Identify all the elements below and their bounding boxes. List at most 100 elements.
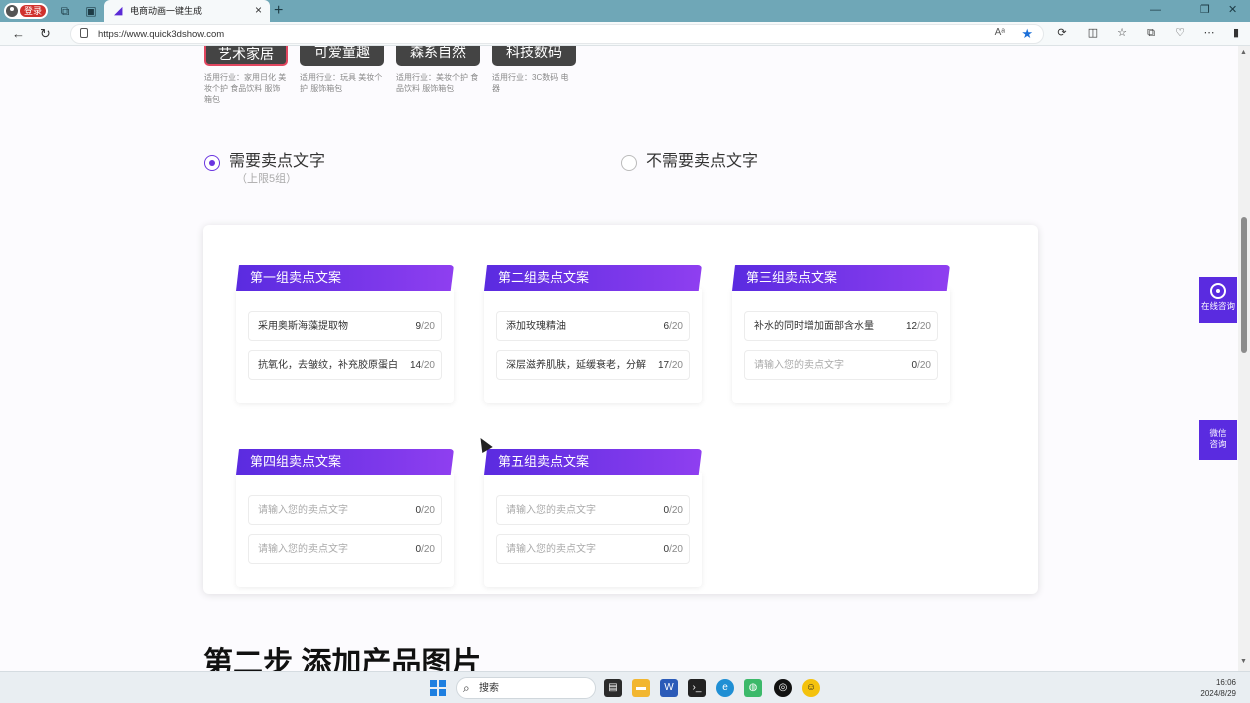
char-counter: 0/20 (663, 544, 683, 555)
app-icon[interactable]: ◎ (774, 679, 792, 697)
group-header: 第五组卖点文案 (484, 449, 702, 475)
selling-point-input-4-1[interactable]: 请输入您的卖点文字 0/20 (248, 495, 442, 525)
group-5: 请输入您的卖点文字 0/20 请输入您的卖点文字 0/20 第五组卖点文案 (484, 449, 702, 587)
close-tab-icon[interactable]: × (255, 3, 262, 17)
sidebar-toggle-icon[interactable]: ▮ (1229, 26, 1243, 40)
style-chip-1-desc: 适用行业：家用日化 美妆个护 食品饮料 服饰箱包 (204, 73, 287, 104)
favorite-star-icon[interactable]: ★ (1021, 26, 1033, 42)
char-counter: 9/20 (415, 321, 435, 332)
wechat-icon[interactable]: ◍ (744, 679, 762, 697)
no-text-label[interactable]: 不需要卖点文字 (646, 151, 758, 173)
char-counter: 6/20 (663, 321, 683, 332)
need-text-limit: （上限5组） (236, 173, 298, 185)
selling-point-input-4-2[interactable]: 请输入您的卖点文字 0/20 (248, 534, 442, 564)
selling-point-input-5-2[interactable]: 请输入您的卖点文字 0/20 (496, 534, 690, 564)
extensions-icon[interactable]: ⟳ (1055, 26, 1069, 40)
tab-active[interactable]: ◢ 电商动画一键生成 × (104, 0, 270, 22)
input-text: 采用奥斯海藻提取物 (258, 321, 348, 332)
address-bar-row: ← ↻ https://www.quick3dshow.com Aᵃ ★ ⟳ ◫… (0, 22, 1250, 46)
group-header: 第四组卖点文案 (236, 449, 454, 475)
input-placeholder: 请输入您的卖点文字 (506, 505, 596, 516)
scroll-up-icon[interactable]: ▲ (1240, 49, 1247, 57)
style-chip-3[interactable]: 森系自然 (396, 46, 480, 66)
file-explorer-icon[interactable]: ▬ (632, 679, 650, 697)
windows-start-icon[interactable] (430, 680, 446, 696)
tab-actions-icon[interactable]: ▣ (84, 4, 98, 18)
need-text-label[interactable]: 需要卖点文字 (229, 151, 325, 173)
task-view-icon[interactable]: ▤ (604, 679, 622, 697)
wechat-consult-button[interactable]: 微信 咨询 (1199, 420, 1237, 460)
char-counter: 14/20 (409, 360, 435, 371)
input-text: 补水的同时增加面部含水量 (754, 321, 874, 332)
group-header: 第一组卖点文案 (236, 265, 454, 291)
style-chip-4[interactable]: 科技数码 (492, 46, 576, 66)
group-header: 第二组卖点文案 (484, 265, 702, 291)
taskbar-search-label: 搜索 (479, 683, 499, 694)
split-screen-icon[interactable]: ◫ (1086, 26, 1100, 40)
collections-icon[interactable]: ⧉ (1144, 26, 1158, 40)
group-1: 采用奥斯海藻提取物 9/20 抗氧化，去皱纹，补充胶原蛋白 14/20 第一组卖… (236, 265, 454, 403)
online-consult-button[interactable]: 在线咨询 (1199, 277, 1237, 323)
selling-point-input-1-1[interactable]: 采用奥斯海藻提取物 9/20 (248, 311, 442, 341)
group-2: 添加玫瑰精油 6/20 深层滋养肌肤，延缓衰老，分解 17/20 第二组卖点文案 (484, 265, 702, 403)
minimize-icon[interactable]: — (1150, 3, 1161, 17)
selling-point-input-2-1[interactable]: 添加玫瑰精油 6/20 (496, 311, 690, 341)
restore-icon[interactable]: ❐ (1200, 3, 1210, 17)
online-consult-label: 在线咨询 (1200, 301, 1235, 311)
char-counter: 0/20 (415, 544, 435, 555)
selling-point-input-5-1[interactable]: 请输入您的卖点文字 0/20 (496, 495, 690, 525)
close-window-icon[interactable]: ✕ (1228, 3, 1237, 17)
address-bar[interactable]: https://www.quick3dshow.com Aᵃ ★ (70, 24, 1044, 44)
group-3: 补水的同时增加面部含水量 12/20 请输入您的卖点文字 0/20 第三组卖点文… (732, 265, 950, 403)
url-text: https://www.quick3dshow.com (98, 29, 225, 40)
style-chip-1[interactable]: 艺术家居 (204, 46, 288, 66)
style-chip-2-desc: 适用行业：玩具 美妆个护 服饰箱包 (300, 73, 383, 93)
new-tab-icon[interactable]: + (274, 2, 283, 20)
char-counter: 0/20 (663, 505, 683, 516)
no-text-radio[interactable] (621, 155, 637, 171)
clock-date: 2024/8/29 (1200, 689, 1236, 698)
browser-essentials-icon[interactable]: ♡ (1173, 26, 1187, 40)
selling-point-input-3-1[interactable]: 补水的同时增加面部含水量 12/20 (744, 311, 938, 341)
selling-points-panel: 采用奥斯海藻提取物 9/20 抗氧化，去皱纹，补充胶原蛋白 14/20 第一组卖… (203, 225, 1038, 594)
group-title: 第五组卖点文案 (498, 454, 590, 469)
word-icon[interactable]: W (660, 679, 678, 697)
qq-browser-icon[interactable]: ☺ (802, 679, 820, 697)
input-text: 抗氧化，去皱纹，补充胶原蛋白 (258, 360, 398, 371)
group-title: 第三组卖点文案 (746, 270, 838, 285)
headset-icon (1210, 283, 1226, 299)
input-text: 添加玫瑰精油 (506, 321, 566, 332)
input-placeholder: 请输入您的卖点文字 (506, 544, 596, 555)
selling-point-input-3-2[interactable]: 请输入您的卖点文字 0/20 (744, 350, 938, 380)
taskbar-search[interactable]: ⌕ 搜索 (456, 677, 596, 699)
edge-icon[interactable]: e (716, 679, 734, 697)
style-chip-2[interactable]: 可爱童趣 (300, 46, 384, 66)
need-text-radio[interactable] (204, 155, 220, 171)
scroll-down-icon[interactable]: ▼ (1240, 658, 1247, 666)
terminal-icon[interactable]: ›_ (688, 679, 706, 697)
back-icon[interactable]: ← (12, 26, 25, 42)
char-counter: 12/20 (905, 321, 931, 332)
more-menu-icon[interactable]: ⋯ (1202, 26, 1216, 40)
scrollbar-thumb[interactable] (1241, 217, 1247, 353)
clock-time: 16:06 (1215, 678, 1236, 687)
group-body: 补水的同时增加面部含水量 12/20 请输入您的卖点文字 0/20 (732, 289, 950, 403)
search-icon: ⌕ (463, 681, 470, 695)
selling-point-input-2-2[interactable]: 深层滋养肌肤，延缓衰老，分解 17/20 (496, 350, 690, 380)
refresh-icon[interactable]: ↻ (40, 26, 51, 42)
group-4: 请输入您的卖点文字 0/20 请输入您的卖点文字 0/20 第四组卖点文案 (236, 449, 454, 587)
page-scrollbar[interactable]: ▲ ▼ (1238, 46, 1250, 671)
group-header: 第三组卖点文案 (732, 265, 950, 291)
selling-point-input-1-2[interactable]: 抗氧化，去皱纹，补充胶原蛋白 14/20 (248, 350, 442, 380)
favorites-icon[interactable]: ☆ (1115, 26, 1129, 40)
group-body: 请输入您的卖点文字 0/20 请输入您的卖点文字 0/20 (484, 473, 702, 587)
step-two-heading: 第二步 添加产品图片 (203, 647, 482, 671)
group-body: 采用奥斯海藻提取物 9/20 抗氧化，去皱纹，补充胶原蛋白 14/20 (236, 289, 454, 403)
workspaces-icon[interactable]: ⧉ (58, 4, 72, 18)
profile-label: 登录 (20, 5, 47, 17)
system-clock[interactable]: 16:06 2024/8/29 (1200, 677, 1236, 699)
group-body: 添加玫瑰精油 6/20 深层滋养肌肤，延缓衰老，分解 17/20 (484, 289, 702, 403)
read-aloud-icon[interactable]: Aᵃ (995, 27, 1005, 38)
profile-button[interactable]: 登录 (4, 3, 48, 19)
avatar-icon (6, 5, 18, 17)
